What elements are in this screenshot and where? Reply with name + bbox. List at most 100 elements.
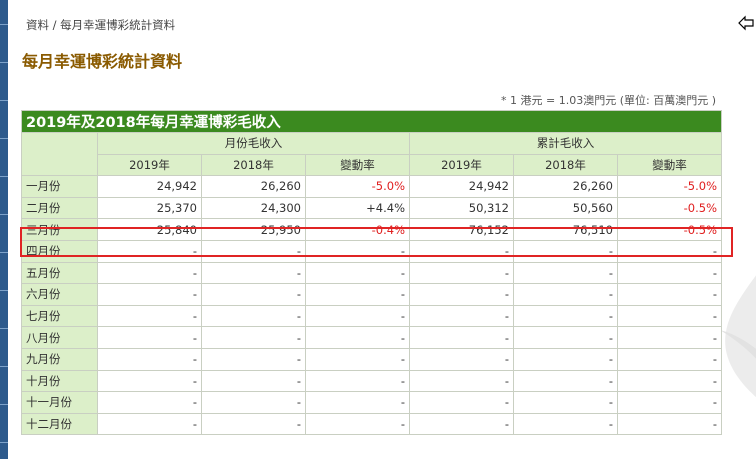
month-label: 六月份 — [21, 283, 98, 306]
cumulative-2019-cell: 50,312 — [409, 196, 514, 220]
cumulative-2019-cell: - — [409, 261, 514, 285]
col-header-monthly-change: 變動率 — [305, 153, 410, 177]
cumulative-change-cell: - — [616, 239, 723, 263]
monthly-2019-cell: - — [97, 283, 202, 306]
month-label: 八月份 — [21, 326, 98, 349]
cumulative-2018-cell: - — [513, 326, 618, 349]
cumulative-change-cell: - — [616, 326, 723, 349]
monthly-change-cell: - — [305, 391, 410, 414]
cumulative-change-cell: - — [616, 261, 723, 285]
monthly-2018-cell: - — [201, 391, 306, 414]
table-row: 八月份 - - - - - - — [21, 326, 723, 349]
breadcrumb[interactable]: 資料 / 每月幸運博彩統計資料 — [26, 17, 175, 33]
monthly-change-cell: +4.4% — [305, 196, 410, 220]
monthly-2019-cell: - — [97, 304, 202, 328]
monthly-2018-cell: - — [201, 326, 306, 349]
month-label: 三月份 — [21, 218, 98, 241]
monthly-2019-cell: - — [97, 239, 202, 263]
page-title: 每月幸運博彩統計資料 — [22, 52, 183, 71]
monthly-2019-cell: - — [97, 412, 202, 436]
col-header-cumulative-2018: 2018年 — [513, 153, 618, 177]
back-arrow-icon[interactable] — [737, 14, 755, 32]
month-label: 四月份 — [21, 239, 98, 263]
cumulative-change-cell: - — [616, 412, 723, 436]
monthly-2019-cell: - — [97, 347, 202, 371]
cumulative-change-cell: - — [616, 391, 723, 414]
gaming-revenue-table: 2019年及2018年每月幸運博彩毛收入 月份毛收入 累計毛收入 2019年 2… — [20, 110, 723, 436]
cumulative-2019-cell: 76,152 — [409, 218, 514, 241]
cumulative-2019-cell: - — [409, 347, 514, 371]
cumulative-2018-cell: - — [513, 369, 618, 393]
monthly-2018-cell: 25,950 — [201, 218, 306, 241]
monthly-2018-cell: - — [201, 239, 306, 263]
cumulative-2018-cell: 26,260 — [513, 175, 618, 198]
table-row: 九月份 - - - - - - — [21, 347, 723, 371]
cumulative-2019-cell: - — [409, 304, 514, 328]
monthly-2018-cell: - — [201, 304, 306, 328]
cumulative-2018-cell: 50,560 — [513, 196, 618, 220]
monthly-2019-cell: 25,370 — [97, 196, 202, 220]
table-row: 七月份 - - - - - - — [21, 304, 723, 328]
monthly-change-cell: - — [305, 369, 410, 393]
table-row: 二月份 25,370 24,300 +4.4% 50,312 50,560 -0.5% — [21, 196, 723, 220]
monthly-2018-cell: - — [201, 412, 306, 436]
monthly-change-cell: -0.4% — [305, 218, 410, 241]
table-row: 三月份 25,840 25,950 -0.4% 76,152 76,510 -0.5% — [21, 218, 723, 241]
cumulative-change-cell: - — [616, 369, 723, 393]
table-row: 四月份 - - - - - - — [21, 239, 723, 263]
cumulative-2018-cell: - — [513, 239, 618, 263]
col-header-cumulative-2019: 2019年 — [409, 153, 514, 177]
col-header-monthly-2019: 2019年 — [97, 153, 202, 177]
cumulative-2019-cell: - — [409, 391, 514, 414]
col-header-monthly-2018: 2018年 — [201, 153, 306, 177]
cumulative-change-cell: - — [616, 304, 723, 328]
monthly-change-cell: - — [305, 239, 410, 263]
cumulative-2019-cell: - — [409, 283, 514, 306]
month-label: 十二月份 — [21, 412, 98, 436]
cumulative-change-cell: -5.0% — [616, 175, 723, 198]
month-label: 五月份 — [21, 261, 98, 285]
monthly-2018-cell: - — [201, 283, 306, 306]
monthly-2019-cell: - — [97, 391, 202, 414]
cumulative-2018-cell: - — [513, 261, 618, 285]
monthly-2019-cell: - — [97, 369, 202, 393]
currency-note: * 1 港元 = 1.03澳門元 (單位: 百萬澳門元 ) — [501, 94, 716, 107]
group-header-cumulative: 累計毛收入 — [408, 132, 723, 155]
monthly-change-cell: - — [305, 261, 410, 285]
cumulative-2018-cell: - — [513, 347, 618, 371]
monthly-2018-cell: 24,300 — [201, 196, 306, 220]
monthly-2019-cell: 25,840 — [97, 218, 202, 241]
monthly-change-cell: - — [305, 326, 410, 349]
monthly-2018-cell: - — [201, 261, 306, 285]
cumulative-2019-cell: 24,942 — [409, 175, 514, 198]
table-row: 十一月份 - - - - - - — [21, 391, 723, 414]
month-label: 十月份 — [21, 369, 98, 393]
month-header-corner — [21, 131, 98, 177]
table-row: 五月份 - - - - - - — [21, 261, 723, 285]
cumulative-2018-cell: - — [513, 391, 618, 414]
monthly-change-cell: - — [305, 347, 410, 371]
left-sidebar-strip — [0, 0, 8, 459]
cumulative-2018-cell: 76,510 — [513, 218, 618, 241]
monthly-change-cell: -5.0% — [305, 175, 410, 198]
table-title: 2019年及2018年每月幸運博彩毛收入 — [20, 110, 723, 133]
monthly-2019-cell: - — [97, 261, 202, 285]
cumulative-change-cell: - — [616, 283, 723, 306]
monthly-change-cell: - — [305, 283, 410, 306]
month-label: 七月份 — [21, 304, 98, 328]
month-label: 十一月份 — [21, 391, 98, 414]
cumulative-change-cell: - — [616, 347, 723, 371]
cumulative-change-cell: -0.5% — [616, 218, 723, 241]
cumulative-2018-cell: - — [513, 304, 618, 328]
monthly-2019-cell: - — [97, 326, 202, 349]
cumulative-2019-cell: - — [409, 239, 514, 263]
cumulative-2019-cell: - — [409, 412, 514, 436]
cumulative-2018-cell: - — [513, 283, 618, 306]
monthly-change-cell: - — [305, 412, 410, 436]
table-row: 十二月份 - - - - - - — [21, 412, 723, 436]
monthly-2018-cell: 26,260 — [201, 175, 306, 198]
monthly-2019-cell: 24,942 — [97, 175, 202, 198]
table-row: 一月份 24,942 26,260 -5.0% 24,942 26,260 -5.0% — [21, 175, 723, 198]
cumulative-2018-cell: - — [513, 412, 618, 436]
col-header-cumulative-change: 變動率 — [616, 153, 723, 177]
